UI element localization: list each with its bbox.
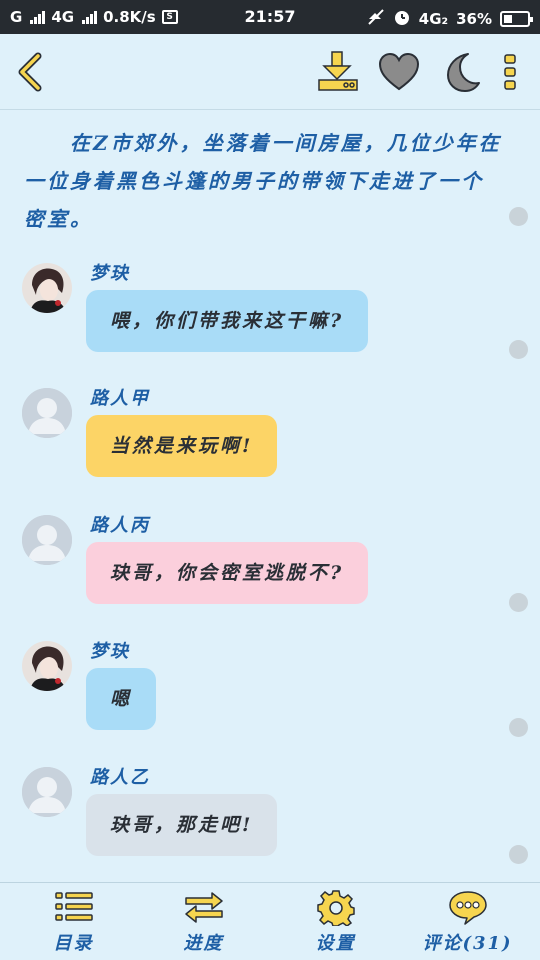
- chevron-left-icon: [18, 52, 42, 92]
- status-bar: G 4G 0.8K/s S 21:57 4G₂ 36%: [0, 0, 540, 34]
- battery-fill: [504, 15, 512, 23]
- nav-progress[interactable]: 进度: [136, 883, 271, 960]
- message-bubble[interactable]: 喂，你们带我来这干嘛?: [86, 290, 369, 352]
- alarm-icon: [393, 8, 411, 30]
- network-type-right: 4G₂: [418, 10, 449, 28]
- avatar[interactable]: [22, 767, 72, 817]
- narration-text: 在Z市郊外，坐落着一间房屋，几位少年在一位身着黑色斗篷的男子的带领下走进了一个密…: [24, 124, 504, 238]
- swap-arrows-icon: [184, 892, 223, 923]
- paragraph-marker[interactable]: [509, 593, 528, 612]
- avatar[interactable]: [22, 388, 72, 438]
- heart-icon: [378, 52, 420, 91]
- avatar[interactable]: [22, 515, 72, 565]
- avatar[interactable]: [22, 263, 72, 313]
- narration-body: 在Z市郊外，坐落着一间房屋，几位少年在一位身着黑色斗篷的男子的带领下走进了一个密…: [24, 131, 502, 231]
- nav-settings-label: 设置: [315, 933, 356, 954]
- nav-comments[interactable]: 评论(31): [400, 883, 535, 960]
- paragraph-marker[interactable]: [509, 845, 528, 864]
- night-mode-button[interactable]: [438, 50, 482, 94]
- chat-bubble-icon: [448, 891, 487, 925]
- download-button[interactable]: [316, 50, 360, 94]
- nav-progress-label: 进度: [183, 933, 224, 954]
- back-button[interactable]: [14, 52, 46, 92]
- nav-catalog-label: 目录: [53, 933, 94, 954]
- battery-percent: 36%: [456, 10, 492, 28]
- moon-icon: [447, 53, 480, 92]
- favorite-button[interactable]: [377, 50, 421, 94]
- list-icon: [54, 892, 93, 921]
- speaker-name: 路人乙: [90, 767, 150, 788]
- nav-catalog[interactable]: 目录: [6, 883, 141, 960]
- message-bubble[interactable]: 玦哥，你会密室逃脱不?: [86, 542, 369, 604]
- speaker-name: 路人甲: [90, 388, 150, 409]
- battery-icon: [500, 11, 533, 27]
- message-bubble[interactable]: 嗯: [86, 668, 157, 730]
- nav-settings[interactable]: 设置: [268, 883, 403, 960]
- paragraph-marker[interactable]: [509, 207, 528, 226]
- gear-icon: [316, 890, 355, 926]
- paragraph-marker[interactable]: [509, 718, 528, 737]
- speaker-name: 梦玦: [90, 641, 130, 662]
- mute-icon: [367, 9, 385, 29]
- bottom-nav: 目录 进度 设置 评论(31): [0, 882, 540, 960]
- avatar[interactable]: [22, 641, 72, 691]
- reader-toolbar: [0, 34, 540, 110]
- status-right: 4G₂ 36%: [367, 8, 533, 30]
- story-content[interactable]: 在Z市郊外，坐落着一间房屋，几位少年在一位身着黑色斗篷的男子的带领下走进了一个密…: [0, 110, 540, 882]
- more-button[interactable]: [496, 50, 524, 94]
- nav-comments-label: 评论(31): [422, 933, 513, 954]
- message-bubble[interactable]: 玦哥，那走吧!: [86, 794, 278, 856]
- speaker-name: 梦玦: [90, 263, 130, 284]
- more-vertical-icon: [504, 54, 516, 90]
- paragraph-marker[interactable]: [509, 340, 528, 359]
- download-icon: [318, 51, 358, 91]
- speaker-name: 路人丙: [90, 515, 150, 536]
- message-bubble[interactable]: 当然是来玩啊!: [86, 415, 278, 477]
